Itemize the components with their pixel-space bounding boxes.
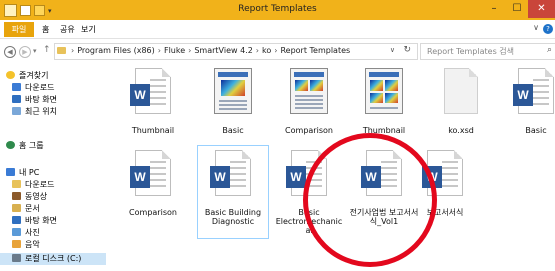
nav-item-videos[interactable]: 동영상 <box>12 191 47 203</box>
file-item[interactable]: W Thumbnail <box>118 66 188 135</box>
breadcrumb-item[interactable]: Program Files (x86) <box>77 46 155 55</box>
file-name: Thumbnail <box>131 126 175 135</box>
navigation-pane: 즐겨찾기 다운로드 바탕 화면 최근 위치 홈 그룹 내 PC 다운로드 동영상… <box>0 64 106 271</box>
expand-ribbon-icon[interactable]: ∨ <box>533 23 539 32</box>
video-folder-icon <box>12 192 21 200</box>
nav-item-label: 사진 <box>25 228 40 237</box>
up-icon[interactable]: ↑ <box>43 45 51 55</box>
desktop-icon <box>12 216 21 224</box>
maximize-button[interactable]: ☐ <box>506 0 528 18</box>
nav-item-label: 동영상 <box>25 192 48 201</box>
file-name: ko.xsd <box>448 126 474 135</box>
file-item[interactable]: Thumbnail <box>349 66 419 135</box>
star-icon <box>6 71 15 79</box>
word-doc-icon: W <box>198 148 268 208</box>
nav-item-desktop[interactable]: 바탕 화면 <box>12 94 57 106</box>
folder-icon <box>57 47 66 54</box>
address-bar[interactable]: › Program Files (x86) › Fluke › SmartView 4.2… <box>54 43 418 60</box>
forward-icon[interactable]: ▶ <box>19 46 31 58</box>
recent-locations-icon[interactable]: ▾ <box>33 47 37 55</box>
nav-favorites[interactable]: 즐겨찾기 <box>6 70 48 82</box>
computer-icon <box>6 168 15 176</box>
file-item[interactable]: W Basic <box>501 66 555 135</box>
nav-item-music[interactable]: 음악 <box>12 239 40 251</box>
nav-item-label: 다운로드 <box>25 83 55 92</box>
file-item[interactable]: Basic <box>198 66 268 135</box>
nav-this-pc-label: 내 PC <box>19 168 40 177</box>
search-placeholder: Report Templates 검색 <box>427 47 514 56</box>
breadcrumb-item[interactable]: Report Templates <box>280 46 350 55</box>
address-dropdown-icon[interactable]: ∨ <box>390 46 395 54</box>
tab-file[interactable]: 파일 <box>4 22 34 37</box>
file-name: Basic <box>525 126 547 135</box>
download-folder-icon <box>12 83 21 91</box>
nav-item-label: 바탕 화면 <box>25 95 57 104</box>
nav-this-pc[interactable]: 내 PC <box>6 167 39 179</box>
window-title: Report Templates <box>238 4 317 14</box>
breadcrumb-item[interactable]: SmartView 4.2 <box>194 46 252 55</box>
documents-folder-icon <box>12 204 21 212</box>
help-icon[interactable]: ? <box>543 24 553 34</box>
music-folder-icon <box>12 240 21 248</box>
nav-item-documents[interactable]: 문서 <box>12 203 40 215</box>
nav-homegroup-label: 홈 그룹 <box>19 141 44 150</box>
nav-item-label: 최근 위치 <box>25 107 57 116</box>
chevron-right-icon[interactable]: › <box>71 46 74 55</box>
refresh-icon[interactable]: ↻ <box>403 45 411 55</box>
pictures-folder-icon <box>12 228 21 236</box>
tab-home[interactable]: 홈 <box>42 22 49 37</box>
navigation-bar: ◀ ▶ ▾ ↑ › Program Files (x86) › Fluke › Smart… <box>0 39 555 63</box>
file-item-selected[interactable]: W Basic Building Diagnostic <box>197 145 269 239</box>
nav-item-downloads[interactable]: 다운로드 <box>12 82 54 94</box>
blank-file-icon <box>426 66 496 126</box>
file-item[interactable]: ko.xsd <box>426 66 496 135</box>
nav-item-label: 문서 <box>25 204 40 213</box>
nav-item-pictures[interactable]: 사진 <box>12 227 40 239</box>
file-name: Comparison <box>285 126 333 135</box>
homegroup-icon <box>6 141 15 149</box>
download-folder-icon <box>12 180 21 188</box>
nav-item-label: 로컬 디스크 (C:) <box>25 254 82 263</box>
nav-item-local-disk[interactable]: 로컬 디스크 (C:) <box>0 253 106 265</box>
tab-share[interactable]: 공유 <box>60 22 75 37</box>
breadcrumb: › Program Files (x86) › Fluke › SmartView 4.2… <box>57 46 350 55</box>
file-name: Comparison <box>129 208 177 217</box>
file-item[interactable]: Comparison <box>274 66 344 135</box>
file-name: Basic <box>222 126 244 135</box>
breadcrumb-item[interactable]: ko <box>262 46 271 55</box>
report-thumb-icon <box>198 66 268 126</box>
nav-item-label: 바탕 화면 <box>25 216 57 225</box>
ribbon: 파일 홈 공유 보기 ∨ ? <box>0 20 555 39</box>
highlight-circle <box>303 133 437 267</box>
word-doc-icon: W <box>501 66 555 126</box>
tab-view[interactable]: 보기 <box>81 22 96 37</box>
drive-icon <box>12 254 21 262</box>
nav-homegroup[interactable]: 홈 그룹 <box>6 140 44 152</box>
file-item[interactable]: W Comparison <box>118 148 188 217</box>
word-doc-icon: W <box>118 66 188 126</box>
search-icon[interactable]: ⌕ <box>547 45 552 55</box>
title-bar: ▾ Report Templates – ☐ ✕ <box>0 0 555 20</box>
desktop-icon <box>12 95 21 103</box>
search-input[interactable]: Report Templates 검색 ⌕ <box>420 43 555 60</box>
chevron-right-icon[interactable]: › <box>158 46 161 55</box>
nav-favorites-label: 즐겨찾기 <box>19 71 49 80</box>
minimize-button[interactable]: – <box>482 0 506 18</box>
file-name: Basic Building Diagnostic <box>204 208 262 226</box>
back-icon[interactable]: ◀ <box>4 46 16 58</box>
recent-places-icon <box>12 107 21 115</box>
nav-item-label: 음악 <box>25 240 40 249</box>
word-doc-icon: W <box>118 148 188 208</box>
chevron-right-icon[interactable]: › <box>274 46 277 55</box>
close-button[interactable]: ✕ <box>528 0 555 18</box>
chevron-right-icon[interactable]: › <box>188 46 191 55</box>
nav-item-label: 다운로드 <box>25 180 55 189</box>
nav-item-recent[interactable]: 최근 위치 <box>12 106 57 118</box>
comparison-thumb-icon <box>274 66 344 126</box>
nav-item-downloads-pc[interactable]: 다운로드 <box>12 179 54 191</box>
breadcrumb-item[interactable]: Fluke <box>164 46 185 55</box>
comparison-thumb-icon <box>349 66 419 126</box>
chevron-right-icon[interactable]: › <box>256 46 259 55</box>
nav-item-desktop-pc[interactable]: 바탕 화면 <box>12 215 57 227</box>
